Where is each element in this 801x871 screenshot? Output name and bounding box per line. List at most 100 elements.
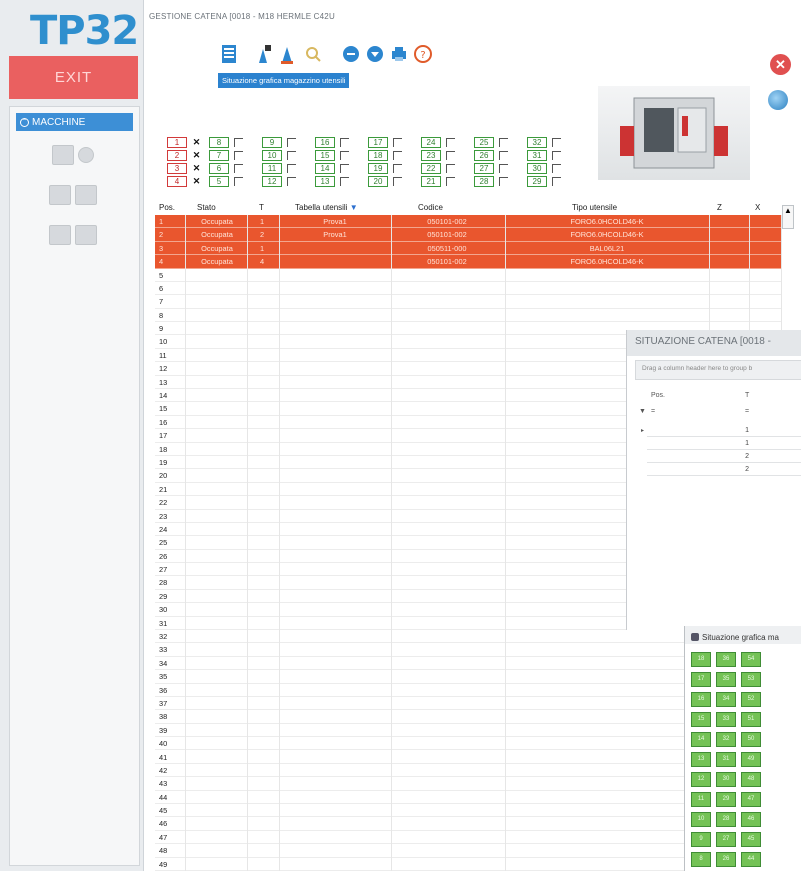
slot-cell[interactable]: 32 xyxy=(527,137,547,148)
magazine-view-icon[interactable] xyxy=(217,42,241,66)
col-header-tipo[interactable]: Tipo utensile xyxy=(572,203,617,215)
magazine-icon[interactable] xyxy=(38,181,108,209)
scroll-up-button[interactable]: ▲ xyxy=(782,205,794,229)
col-header-pos[interactable]: Pos. xyxy=(159,203,175,215)
slot-cell[interactable]: 15 xyxy=(315,150,335,161)
slot-cell[interactable]: 5 xyxy=(209,176,229,187)
slot-map-cell[interactable]: 28 xyxy=(716,812,736,827)
col-header-x[interactable]: X xyxy=(755,203,760,215)
slot-checkbox[interactable] xyxy=(446,138,455,147)
slot-checkbox[interactable] xyxy=(287,151,296,160)
col-header-tabella[interactable]: Tabella utensili ▼ xyxy=(295,203,358,215)
help-icon[interactable]: ? xyxy=(411,42,435,66)
slot-checkbox[interactable] xyxy=(552,151,561,160)
col-header-stato[interactable]: Stato xyxy=(197,203,216,215)
slot-map-cell[interactable]: 9 xyxy=(691,832,711,847)
slot-cell[interactable]: 23 xyxy=(421,150,441,161)
slot-cell[interactable]: 29 xyxy=(527,176,547,187)
slot-map-cell[interactable]: 11 xyxy=(691,792,711,807)
slot-checkbox[interactable] xyxy=(499,151,508,160)
table-row[interactable]: 2 Occupata 2 Prova1 050101-002 FORO6.0HCOLD46… xyxy=(155,228,781,242)
slot-cell[interactable]: 16 xyxy=(315,137,335,148)
slot-map-cell[interactable]: 36 xyxy=(716,652,736,667)
slot-cell[interactable]: 14 xyxy=(315,163,335,174)
slot-checkbox[interactable]: ✕ xyxy=(192,164,201,173)
slot-cell[interactable]: 24 xyxy=(421,137,441,148)
tool-icon[interactable] xyxy=(275,42,299,66)
slot-map-cell[interactable]: 49 xyxy=(741,752,761,767)
catena-col-pos[interactable]: Pos. xyxy=(651,392,665,399)
slot-map-cell[interactable]: 34 xyxy=(716,692,736,707)
slot-checkbox[interactable] xyxy=(393,164,402,173)
slot-cell[interactable]: 9 xyxy=(262,137,282,148)
slot-checkbox[interactable] xyxy=(499,177,508,186)
search-icon[interactable] xyxy=(301,42,325,66)
slot-checkbox[interactable] xyxy=(393,177,402,186)
slot-map-cell[interactable]: 13 xyxy=(691,752,711,767)
filter-t[interactable]: = xyxy=(745,408,749,415)
table-row[interactable]: 8 xyxy=(155,309,781,323)
slot-map-cell[interactable]: 46 xyxy=(741,812,761,827)
slot-map-cell[interactable]: 15 xyxy=(691,712,711,727)
tool-list-icon[interactable] xyxy=(38,221,108,249)
slot-map-cell[interactable]: 18 xyxy=(691,652,711,667)
slot-map-cell[interactable]: 14 xyxy=(691,732,711,747)
table-row[interactable]: 7 xyxy=(155,295,781,309)
filter-pos[interactable]: = xyxy=(651,408,655,415)
col-header-t[interactable]: T xyxy=(259,203,264,215)
slot-checkbox[interactable] xyxy=(499,164,508,173)
slot-map-cell[interactable]: 35 xyxy=(716,672,736,687)
next-icon[interactable] xyxy=(363,42,387,66)
slot-cell[interactable]: 17 xyxy=(368,137,388,148)
slot-cell[interactable]: 12 xyxy=(262,176,282,187)
slot-map-cell[interactable]: 53 xyxy=(741,672,761,687)
machine-tools-icon[interactable] xyxy=(38,141,108,169)
slot-map-cell[interactable]: 8 xyxy=(691,852,711,867)
slot-map-cell[interactable]: 31 xyxy=(716,752,736,767)
slot-cell[interactable]: 26 xyxy=(474,150,494,161)
catena-row[interactable]: 1 xyxy=(647,437,801,450)
slot-map-cell[interactable]: 12 xyxy=(691,772,711,787)
slot-cell[interactable]: 8 xyxy=(209,137,229,148)
slot-checkbox[interactable] xyxy=(446,177,455,186)
catena-row[interactable]: 1 xyxy=(647,424,801,437)
slot-cell[interactable]: 25 xyxy=(474,137,494,148)
slot-map-cell[interactable]: 45 xyxy=(741,832,761,847)
slot-cell[interactable]: 20 xyxy=(368,176,388,187)
slot-map-cell[interactable]: 32 xyxy=(716,732,736,747)
slot-cell[interactable]: 13 xyxy=(315,176,335,187)
slot-map-cell[interactable]: 52 xyxy=(741,692,761,707)
slot-checkbox[interactable] xyxy=(287,164,296,173)
table-row[interactable]: 1 Occupata 1 Prova1 050101-002 FORO6.0HCOLD46… xyxy=(155,215,781,229)
table-row[interactable]: 5 xyxy=(155,269,781,282)
slot-map-cell[interactable]: 44 xyxy=(741,852,761,867)
slot-map-cell[interactable]: 26 xyxy=(716,852,736,867)
slot-map-cell[interactable]: 50 xyxy=(741,732,761,747)
slot-checkbox[interactable] xyxy=(340,164,349,173)
slot-checkbox[interactable] xyxy=(393,151,402,160)
table-row[interactable]: 3 Occupata 1 050511-000 BAL06L21 xyxy=(155,241,781,256)
group-by-area[interactable]: Drag a column header here to group b xyxy=(635,360,801,380)
slot-checkbox[interactable] xyxy=(234,164,243,173)
slot-checkbox[interactable] xyxy=(552,164,561,173)
slot-checkbox[interactable] xyxy=(340,138,349,147)
slot-checkbox[interactable]: ✕ xyxy=(192,138,201,147)
slot-map-cell[interactable]: 33 xyxy=(716,712,736,727)
slot-cell[interactable]: 4 xyxy=(167,176,187,187)
slot-checkbox[interactable] xyxy=(446,164,455,173)
slot-cell[interactable]: 11 xyxy=(262,163,282,174)
slot-checkbox[interactable] xyxy=(234,138,243,147)
slot-map-cell[interactable]: 10 xyxy=(691,812,711,827)
slot-checkbox[interactable] xyxy=(552,138,561,147)
slot-cell[interactable]: 22 xyxy=(421,163,441,174)
table-row[interactable]: 6 xyxy=(155,282,781,296)
slot-cell[interactable]: 30 xyxy=(527,163,547,174)
prev-icon[interactable] xyxy=(339,42,363,66)
slot-cell[interactable]: 6 xyxy=(209,163,229,174)
slot-cell[interactable]: 10 xyxy=(262,150,282,161)
slot-map-cell[interactable]: 48 xyxy=(741,772,761,787)
slot-checkbox[interactable]: ✕ xyxy=(192,151,201,160)
slot-cell[interactable]: 31 xyxy=(527,150,547,161)
catena-col-t[interactable]: T xyxy=(745,392,749,399)
catena-row[interactable]: 2 xyxy=(647,463,801,476)
